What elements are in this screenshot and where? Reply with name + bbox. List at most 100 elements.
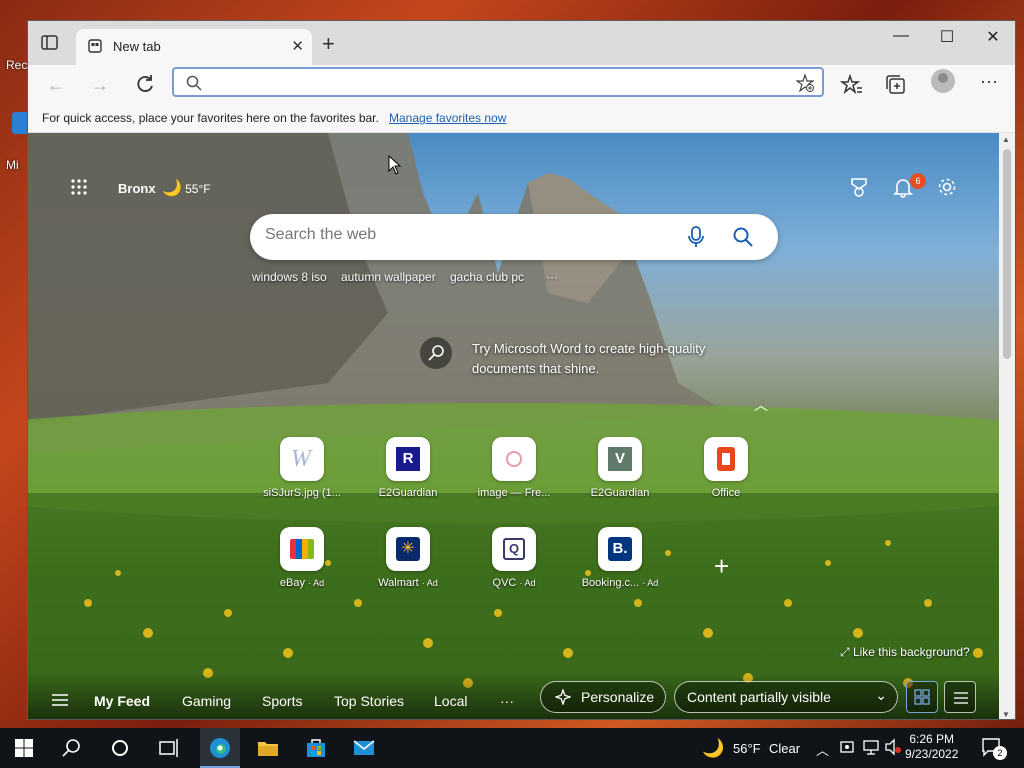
qvc-icon: Q — [492, 527, 536, 571]
microphone-icon[interactable] — [686, 226, 706, 248]
content-visibility-dropdown[interactable]: Content partially visible ⌄ — [674, 681, 898, 713]
personalize-button[interactable]: Personalize — [540, 681, 666, 713]
refresh-icon[interactable] — [133, 73, 157, 97]
trending-search[interactable]: windows 8 iso — [252, 270, 327, 284]
page-scrollbar[interactable]: ▲ ▼ — [999, 133, 1015, 719]
favorites-icon[interactable] — [840, 73, 864, 97]
scroll-down-icon[interactable]: ▼ — [1002, 710, 1010, 719]
feed-tab-sports[interactable]: Sports — [262, 693, 302, 709]
list-icon — [954, 692, 968, 704]
file-explorer-icon[interactable] — [256, 736, 280, 760]
quick-link-tile[interactable]: Q QVC · Ad — [469, 527, 559, 597]
edge-taskbar-button[interactable] — [200, 728, 240, 768]
search-submit-icon[interactable] — [732, 226, 754, 248]
quick-link-tile[interactable]: ✳ Walmart · Ad — [363, 527, 453, 597]
tab-actions-icon[interactable] — [40, 34, 60, 52]
quick-link-tile[interactable]: Office — [681, 437, 771, 507]
collections-icon[interactable] — [884, 73, 908, 97]
tile-name: Booking.c... — [581, 577, 640, 589]
volume-muted-icon[interactable] — [884, 738, 902, 756]
web-search-box[interactable] — [250, 214, 778, 260]
show-hidden-icons-icon[interactable]: ︿ — [816, 740, 829, 759]
grid-layout-button[interactable] — [906, 681, 938, 713]
web-search-input[interactable] — [265, 226, 665, 244]
edge-icon — [210, 738, 230, 758]
feed-more-icon[interactable]: ··· — [500, 693, 514, 709]
tip-search-icon[interactable] — [420, 337, 452, 369]
manage-favorites-link[interactable]: Manage favorites now — [389, 111, 506, 125]
store-icon[interactable] — [304, 736, 328, 760]
cortana-icon[interactable] — [108, 736, 132, 760]
quick-link-label: E2Guardian — [378, 487, 438, 499]
feed-tab-top-stories[interactable]: Top Stories — [334, 693, 404, 709]
profile-avatar[interactable] — [931, 69, 955, 93]
taskbar-clock[interactable]: 6:26 PM 9/23/2022 — [905, 732, 958, 762]
search-icon[interactable] — [60, 736, 84, 760]
maximize-button[interactable]: ☐ — [924, 27, 970, 47]
add-favorite-icon[interactable] — [796, 74, 814, 92]
favorites-bar-message: For quick access, place your favorites h… — [42, 111, 379, 125]
feed-tab-local[interactable]: Local — [434, 693, 467, 709]
weather-moon-icon[interactable]: 🌙 — [702, 738, 724, 759]
taskbar-weather-condition[interactable]: Clear — [769, 741, 800, 756]
back-button[interactable]: ← — [44, 73, 68, 97]
tile-name: eBay — [279, 577, 305, 589]
clock-date: 9/23/2022 — [905, 747, 959, 761]
trending-search[interactable]: autumn wallpaper — [341, 270, 436, 284]
action-center-button[interactable]: 2 — [980, 736, 1008, 760]
desktop-icon-label[interactable]: Mi — [6, 158, 19, 172]
quick-link-label: siSJurS.jpg (1... — [263, 487, 341, 499]
favorites-bar: For quick access, place your favorites h… — [28, 105, 1015, 133]
taskbar-weather-temp[interactable]: 56°F — [733, 741, 761, 756]
weather-widget[interactable]: Bronx 🌙 55°F — [118, 178, 211, 198]
app-launcher-icon[interactable] — [70, 178, 88, 196]
menu-hamburger-icon[interactable] — [52, 694, 68, 706]
mail-icon[interactable] — [352, 736, 376, 760]
quick-link-label: QVC · Ad — [469, 577, 559, 589]
device-icon[interactable] — [838, 738, 856, 756]
quick-link-tile[interactable]: R E2Guardian — [363, 437, 453, 507]
close-window-button[interactable]: ✕ — [970, 27, 1015, 47]
new-tab-page: Bronx 🌙55°F 6 windows 8 iso autumn wallp… — [28, 133, 1000, 719]
sparkle-icon — [555, 689, 571, 705]
new-tab-button[interactable]: + — [322, 33, 335, 55]
quick-link-label: eBay · Ad — [257, 577, 347, 589]
page-settings-gear-icon[interactable] — [936, 176, 958, 198]
address-bar[interactable] — [172, 67, 824, 97]
quick-link-tile[interactable]: W siSJurS.jpg (1... — [257, 437, 347, 507]
windows-start-icon[interactable] — [12, 736, 36, 760]
feed-tab-gaming[interactable]: Gaming — [182, 693, 231, 709]
mouse-cursor-icon — [388, 155, 402, 175]
forward-button[interactable]: → — [88, 73, 112, 97]
trending-more-icon[interactable]: ··· — [546, 270, 558, 284]
feed-tab-my-feed[interactable]: My Feed — [94, 693, 150, 709]
weather-temp: 55 — [185, 182, 199, 196]
search-icon — [186, 75, 202, 91]
feed-bar: My Feed Gaming Sports Top Stories Local … — [28, 673, 1000, 719]
network-icon[interactable] — [862, 738, 880, 756]
list-layout-button[interactable] — [944, 681, 976, 713]
quick-link-tile[interactable]: eBay · Ad — [257, 527, 347, 597]
chevron-down-icon: ⌄ — [875, 687, 887, 703]
tip-text[interactable]: Try Microsoft Word to create high-qualit… — [472, 339, 762, 379]
v-icon: V — [598, 437, 642, 481]
settings-more-icon[interactable]: ··· — [980, 71, 998, 92]
tile-name: QVC — [492, 577, 517, 589]
browser-tab[interactable]: New tab ✕ — [76, 29, 312, 65]
trending-search[interactable]: gacha club pc — [450, 270, 524, 284]
rewards-icon[interactable] — [848, 176, 870, 198]
r-icon: R — [386, 437, 430, 481]
quick-link-tile[interactable]: B. Booking.c... · Ad — [575, 527, 665, 597]
quick-link-tile[interactable]: image — Fre... — [469, 437, 559, 507]
desktop-icon-label[interactable]: Rec — [6, 58, 27, 72]
new-tab-page-icon — [88, 39, 102, 53]
add-site-icon[interactable]: + — [714, 551, 729, 582]
scrollbar-thumb[interactable] — [1003, 149, 1011, 359]
scroll-up-icon[interactable]: ▲ — [1002, 135, 1010, 144]
like-background-link[interactable]: ⤢ Like this background? — [840, 645, 970, 660]
close-tab-icon[interactable]: ✕ — [291, 37, 304, 55]
task-view-icon[interactable] — [156, 736, 180, 760]
quick-link-tile[interactable]: V E2Guardian — [575, 437, 665, 507]
minimize-button[interactable]: — — [878, 27, 924, 45]
collapse-tiles-icon[interactable]: ︿ — [754, 395, 768, 415]
